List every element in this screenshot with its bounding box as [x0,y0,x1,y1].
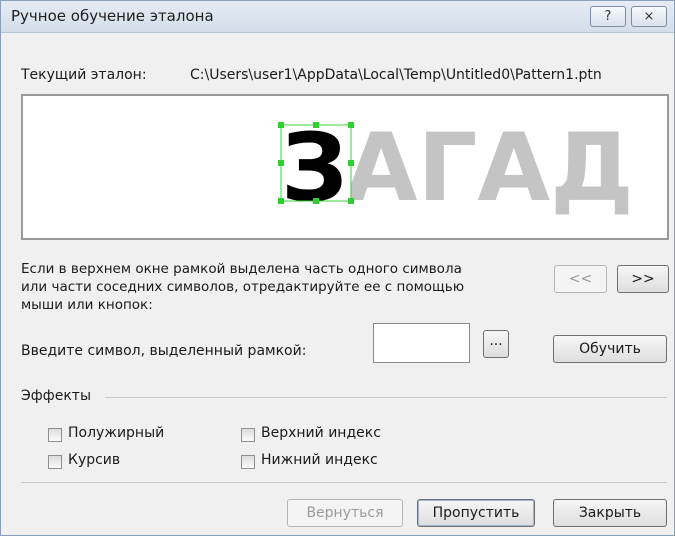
skip-button[interactable]: Пропустить [417,499,535,527]
selected-char: З [281,114,348,223]
subscript-checkbox[interactable] [241,455,255,469]
bold-label: Полужирный [68,425,165,441]
preview-image: ЗАГАД З [278,114,634,223]
training-dialog: Ручное обучение эталона ? ⨯ Текущий этал… [0,0,675,536]
instruction-line: или части соседних символов, отредактиру… [21,279,465,295]
close-window-button[interactable]: ⨯ [631,6,667,27]
instruction-line: Если в верхнем окне рамкой выделена част… [21,261,462,277]
next-button[interactable]: >> [617,265,669,293]
italic-label: Курсив [68,452,121,468]
title-bar: Ручное обучение эталона ? ⨯ [1,1,674,33]
instructions: Если в верхнем окне рамкой выделена част… [21,260,464,314]
current-pattern-path: C:\Users\user1\AppData\Local\Temp\Untitl… [190,67,602,83]
back-button[interactable]: Вернуться [287,499,403,527]
window-title: Ручное обучение эталона [11,7,214,25]
question-icon: ? [604,9,612,24]
prev-button[interactable]: << [554,265,607,293]
italic-checkbox[interactable] [48,455,62,469]
group-divider [105,397,667,398]
superscript-label: Верхний индекс [261,425,381,441]
footer-divider [21,482,667,483]
close-icon: ⨯ [643,9,655,24]
superscript-checkbox[interactable] [241,428,255,442]
help-button[interactable]: ? [590,6,626,27]
bold-checkbox[interactable] [48,428,62,442]
symbol-input[interactable] [373,323,470,363]
instruction-line: мыши или кнопок: [21,297,153,313]
subscript-label: Нижний индекс [261,452,378,468]
effects-group-title: Эффекты [21,388,91,404]
input-label: Введите символ, выделенный рамкой: [21,343,307,359]
close-button[interactable]: Закрыть [553,499,667,527]
train-button[interactable]: Обучить [553,335,667,363]
browse-button[interactable]: ... [483,330,509,358]
preview-canvas[interactable]: ЗАГАД З [21,94,669,240]
current-pattern-label: Текущий эталон: [21,67,147,83]
